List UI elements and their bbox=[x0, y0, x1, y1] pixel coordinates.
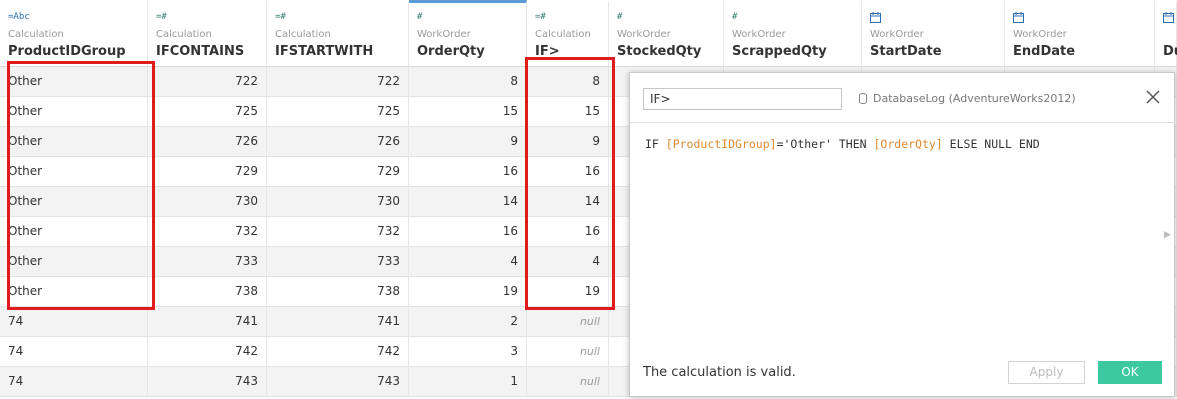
string-calc-icon: =Abc bbox=[8, 12, 30, 22]
table-cell: 725 bbox=[148, 97, 267, 126]
table-cell: 730 bbox=[267, 187, 409, 216]
column-header[interactable]: =# Calculation IFCONTAINS bbox=[148, 0, 267, 66]
calendar-icon bbox=[1163, 12, 1174, 26]
calendar-icon bbox=[1013, 12, 1024, 26]
column-name: OrderQty bbox=[417, 44, 485, 59]
datasource-label: DatabaseLog (AdventureWorks2012) bbox=[859, 92, 1076, 105]
validation-status: The calculation is valid. bbox=[643, 365, 796, 380]
table-cell: 726 bbox=[148, 127, 267, 156]
table-cell: null bbox=[527, 367, 609, 396]
dialog-divider bbox=[630, 122, 1176, 123]
table-cell: 726 bbox=[267, 127, 409, 156]
column-name: EndDate bbox=[1013, 44, 1076, 59]
table-cell: 733 bbox=[267, 247, 409, 276]
table-cell: 3 bbox=[409, 337, 527, 366]
column-source: WorkOrder bbox=[1013, 29, 1067, 40]
table-cell: 729 bbox=[267, 157, 409, 186]
code-keyword: IF bbox=[645, 137, 666, 151]
table-cell: 16 bbox=[409, 157, 527, 186]
table-cell: 732 bbox=[148, 217, 267, 246]
table-cell: null bbox=[527, 307, 609, 336]
column-source: Calculation bbox=[156, 29, 212, 40]
column-header[interactable]: # WorkOrder ScrappedQty bbox=[724, 0, 862, 66]
table-cell: 732 bbox=[267, 217, 409, 246]
table-cell: 741 bbox=[267, 307, 409, 336]
column-header[interactable]: # WorkOrder StockedQty bbox=[609, 0, 724, 66]
table-cell: 722 bbox=[148, 67, 267, 96]
column-header[interactable]: =# Calculation IFSTARTWITH bbox=[267, 0, 409, 66]
code-text: ELSE NULL END bbox=[942, 137, 1040, 151]
calendar-icon bbox=[870, 12, 881, 26]
code-field: [ProductIDGroup] bbox=[665, 137, 777, 151]
table-cell: 743 bbox=[148, 367, 267, 396]
table-cell: 729 bbox=[148, 157, 267, 186]
column-source: WorkOrder bbox=[617, 29, 671, 40]
database-icon bbox=[859, 93, 867, 104]
table-cell: 738 bbox=[148, 277, 267, 306]
column-source: WorkOrder bbox=[417, 29, 471, 40]
calculation-dialog: DatabaseLog (AdventureWorks2012) IF [Pro… bbox=[629, 72, 1176, 397]
column-name: StartDate bbox=[870, 44, 942, 59]
table-cell: 742 bbox=[148, 337, 267, 366]
column-header[interactable]: WorkOrder StartDate bbox=[862, 0, 1005, 66]
table-cell: 19 bbox=[409, 277, 527, 306]
table-cell: 15 bbox=[409, 97, 527, 126]
column-source: WorkOrder bbox=[870, 29, 924, 40]
apply-button[interactable]: Apply bbox=[1008, 361, 1085, 384]
table-cell: 14 bbox=[409, 187, 527, 216]
column-source: Calculation bbox=[275, 29, 331, 40]
number-calc-icon: =# bbox=[275, 12, 286, 22]
number-calc-icon: =# bbox=[156, 12, 167, 22]
column-source: Calculation bbox=[535, 29, 591, 40]
column-name: ScrappedQty bbox=[732, 44, 827, 59]
table-cell: 16 bbox=[409, 217, 527, 246]
table-cell: 738 bbox=[267, 277, 409, 306]
table-cell: 74 bbox=[0, 307, 148, 336]
ok-button[interactable]: OK bbox=[1098, 361, 1162, 384]
column-name: Du bbox=[1163, 44, 1177, 59]
table-cell: 730 bbox=[148, 187, 267, 216]
table-cell: 74 bbox=[0, 337, 148, 366]
code-text: ='Other' THEN bbox=[776, 137, 874, 151]
code-field: [OrderQty] bbox=[873, 137, 943, 151]
table-cell: 1 bbox=[409, 367, 527, 396]
highlight-productidgroup bbox=[7, 61, 155, 310]
table-cell: 742 bbox=[267, 337, 409, 366]
table-cell: 743 bbox=[267, 367, 409, 396]
table-cell: 2 bbox=[409, 307, 527, 336]
column-name: StockedQty bbox=[617, 44, 702, 59]
number-icon: # bbox=[732, 12, 738, 22]
calc-name-input[interactable] bbox=[643, 88, 842, 110]
expand-arrow-icon[interactable]: ▶ bbox=[1164, 230, 1171, 240]
table-cell: 8 bbox=[409, 67, 527, 96]
table-cell: 74 bbox=[0, 367, 148, 396]
number-calc-icon: =# bbox=[535, 12, 546, 22]
column-name: IFSTARTWITH bbox=[275, 44, 374, 59]
column-source: WorkOrder bbox=[732, 29, 786, 40]
table-cell: 4 bbox=[409, 247, 527, 276]
column-name: ProductIDGroup bbox=[8, 44, 126, 59]
close-icon[interactable] bbox=[1144, 88, 1162, 106]
highlight-if-column bbox=[525, 57, 615, 310]
number-icon: # bbox=[617, 12, 623, 22]
table-cell: null bbox=[527, 337, 609, 366]
number-icon: # bbox=[417, 12, 423, 22]
table-cell: 9 bbox=[409, 127, 527, 156]
column-source: Calculation bbox=[8, 29, 64, 40]
column-name: IFCONTAINS bbox=[156, 44, 245, 59]
column-header[interactable]: # WorkOrder OrderQty bbox=[409, 0, 527, 66]
table-cell: 722 bbox=[267, 67, 409, 96]
table-cell: 725 bbox=[267, 97, 409, 126]
column-header[interactable]: WorkOrder EndDate bbox=[1005, 0, 1155, 66]
table-cell: 741 bbox=[148, 307, 267, 336]
formula-editor[interactable]: IF [ProductIDGroup]='Other' THEN [OrderQ… bbox=[645, 137, 1040, 151]
table-cell: 733 bbox=[148, 247, 267, 276]
column-header[interactable]: Du bbox=[1155, 0, 1177, 66]
column-header[interactable]: =Abc Calculation ProductIDGroup bbox=[0, 0, 148, 66]
